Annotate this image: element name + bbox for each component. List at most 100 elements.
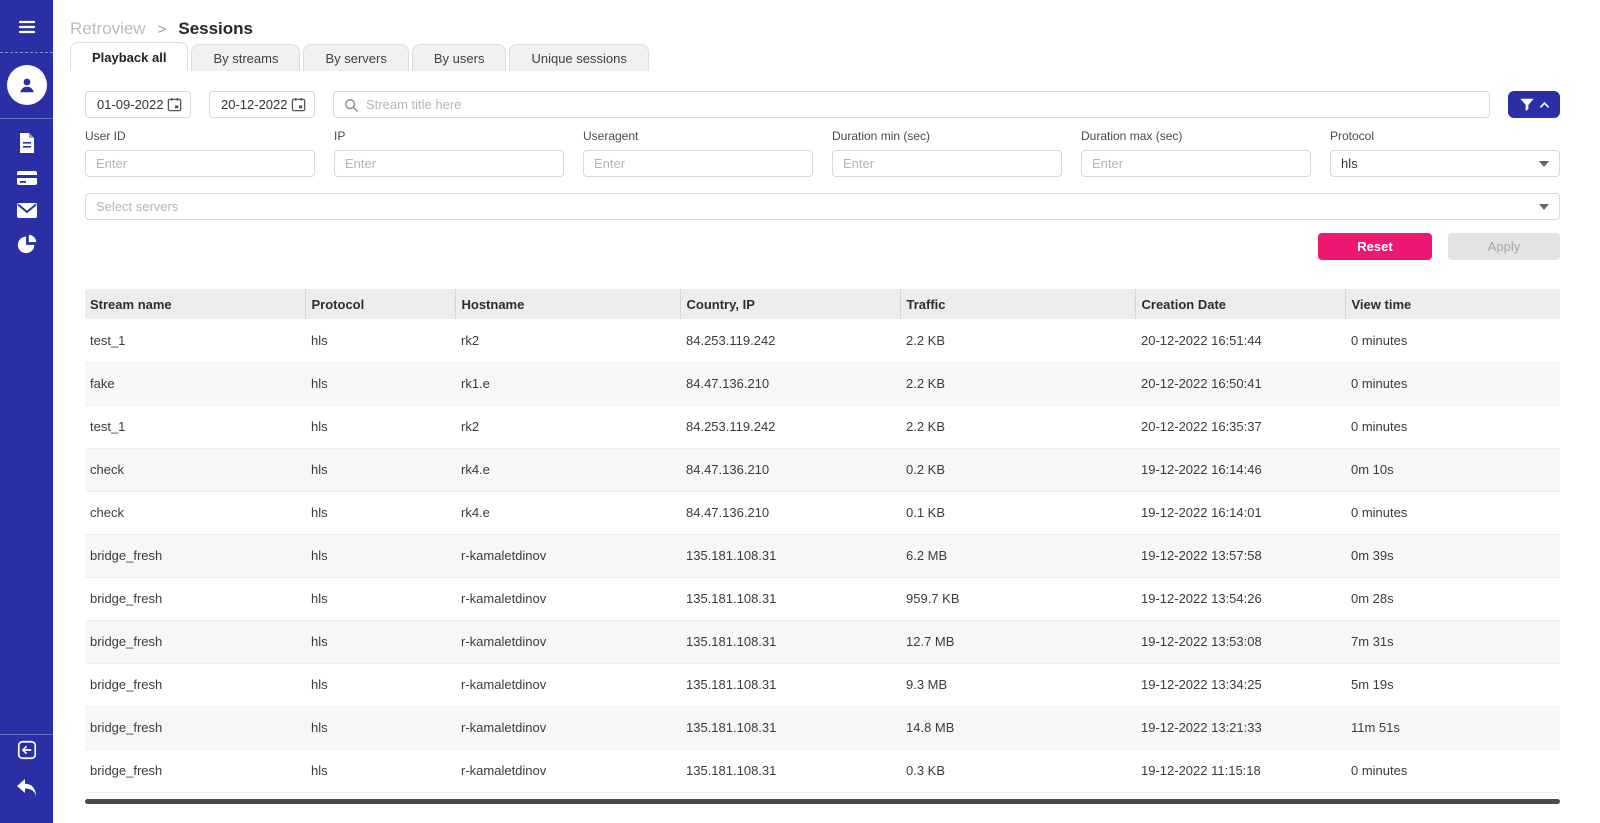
sessions-table: Stream nameProtocolHostnameCountry, IPTr… [85,289,1560,793]
filter-toggle-button[interactable] [1508,91,1560,118]
date-to-input[interactable]: 20-12-2022 [209,91,315,118]
table-cell: 135.181.108.31 [680,534,900,577]
table-cell: hls [305,448,455,491]
horizontal-scrollbar[interactable] [85,799,1560,804]
table-cell: test_1 [85,405,305,448]
column-header: Creation Date [1135,289,1345,319]
table-cell: 19-12-2022 13:34:25 [1135,663,1345,706]
sidebar-divider [0,118,53,119]
tab-unique-sessions[interactable]: Unique sessions [509,44,648,71]
table-row: bridge_freshhlsr-kamaletdinov135.181.108… [85,534,1560,577]
mail-icon[interactable] [0,201,53,220]
table-cell: hls [305,706,455,749]
table-cell: 20-12-2022 16:35:37 [1135,405,1345,448]
back-arrow-icon[interactable] [0,777,53,801]
table-cell: hls [305,405,455,448]
field-user-id: User ID [85,129,315,177]
protocol-value: hls [1341,156,1358,171]
table-cell: 84.47.136.210 [680,362,900,405]
table-cell: 0.3 KB [900,749,1135,792]
protocol-select[interactable]: hls [1330,150,1560,177]
protocol-field: Protocol hls [1330,129,1560,177]
avatar[interactable] [7,65,47,105]
column-header: Country, IP [680,289,900,319]
pie-chart-icon[interactable] [0,233,53,255]
date-from-input[interactable]: 01-09-2022 [85,91,191,118]
exit-icon[interactable] [0,739,53,761]
table-cell: 0 minutes [1345,362,1560,405]
tab-bar: Playback allBy streamsBy serversBy users… [70,42,1600,71]
table-cell: 135.181.108.31 [680,577,900,620]
table-cell: 0m 28s [1345,577,1560,620]
table-cell: 84.47.136.210 [680,491,900,534]
filters-panel: 01-09-2022 20-12-2022 User IDIPUseragent… [85,91,1560,804]
table-cell: hls [305,620,455,663]
table-cell: 6.2 MB [900,534,1135,577]
tab-playback-all[interactable]: Playback all [70,42,188,71]
table-cell: 135.181.108.31 [680,749,900,792]
table-cell: 0 minutes [1345,749,1560,792]
table-cell: 11m 51s [1345,706,1560,749]
column-header: Stream name [85,289,305,319]
breadcrumb-parent[interactable]: Retroview [70,19,146,39]
card-icon[interactable] [0,168,53,188]
table-cell: 84.253.119.242 [680,405,900,448]
field-input[interactable] [1081,150,1311,177]
tab-by-servers[interactable]: By servers [303,44,408,71]
chevron-up-icon [1540,102,1549,108]
table-cell: 19-12-2022 13:54:26 [1135,577,1345,620]
servers-placeholder: Select servers [96,199,178,214]
column-header: Protocol [305,289,455,319]
table-cell: hls [305,749,455,792]
table-cell: 0 minutes [1345,491,1560,534]
sidebar [0,0,53,823]
table-row: bridge_freshhlsr-kamaletdinov135.181.108… [85,620,1560,663]
table-cell: hls [305,319,455,362]
table-row: checkhlsrk4.e84.47.136.2100.1 KB19-12-20… [85,491,1560,534]
table-cell: 0.1 KB [900,491,1135,534]
field-label: User ID [85,129,315,143]
table-cell: rk4.e [455,491,680,534]
column-header: View time [1345,289,1560,319]
tab-by-users[interactable]: By users [412,44,507,71]
calendar-icon [167,97,182,112]
protocol-label: Protocol [1330,129,1560,143]
table-cell: 20-12-2022 16:50:41 [1135,362,1345,405]
servers-select[interactable]: Select servers [85,193,1560,220]
table-cell: hls [305,534,455,577]
table-cell: 0 minutes [1345,405,1560,448]
table-cell: rk2 [455,405,680,448]
table-cell: 959.7 KB [900,577,1135,620]
table-cell: test_1 [85,319,305,362]
menu-icon[interactable] [0,17,53,37]
table-cell: hls [305,663,455,706]
table-cell: 20-12-2022 16:51:44 [1135,319,1345,362]
reset-button[interactable]: Reset [1318,233,1432,260]
table-cell: bridge_fresh [85,577,305,620]
apply-button[interactable]: Apply [1448,233,1560,260]
table-row: test_1hlsrk284.253.119.2422.2 KB20-12-20… [85,319,1560,362]
table-row: bridge_freshhlsr-kamaletdinov135.181.108… [85,706,1560,749]
table-cell: r-kamaletdinov [455,577,680,620]
table-cell: 0m 10s [1345,448,1560,491]
table-cell: 84.47.136.210 [680,448,900,491]
table-body: test_1hlsrk284.253.119.2422.2 KB20-12-20… [85,319,1560,792]
table-row: bridge_freshhlsr-kamaletdinov135.181.108… [85,663,1560,706]
field-label: Useragent [583,129,813,143]
table-cell: 0.2 KB [900,448,1135,491]
field-input[interactable] [334,150,564,177]
table-cell: 84.253.119.242 [680,319,900,362]
document-icon[interactable] [0,131,53,155]
field-input[interactable] [832,150,1062,177]
stream-search-input[interactable] [366,97,1479,112]
table-cell: 0m 39s [1345,534,1560,577]
table-cell: 7m 31s [1345,620,1560,663]
field-input[interactable] [583,150,813,177]
caret-down-icon [1539,204,1549,210]
table-cell: bridge_fresh [85,534,305,577]
field-input[interactable] [85,150,315,177]
tab-by-streams[interactable]: By streams [191,44,300,71]
table-row: bridge_freshhlsr-kamaletdinov135.181.108… [85,577,1560,620]
table-header-row: Stream nameProtocolHostnameCountry, IPTr… [85,289,1560,319]
field-duration-max-sec-: Duration max (sec) [1081,129,1311,177]
